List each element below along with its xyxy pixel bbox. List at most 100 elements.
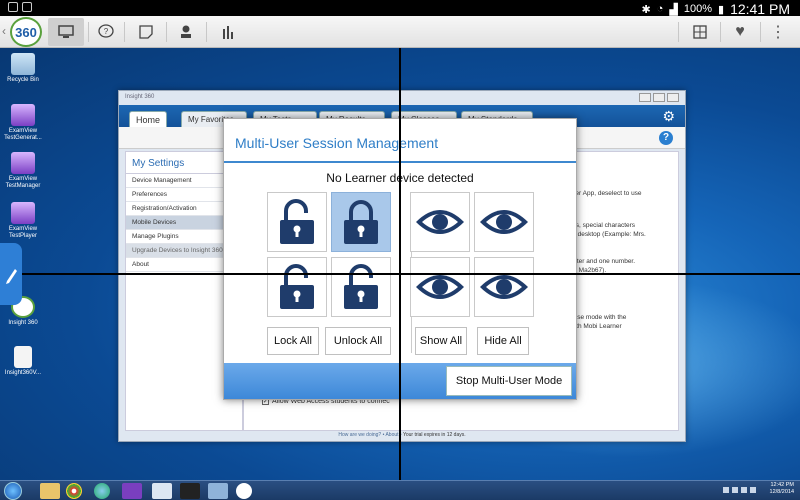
signal-icon: ▟ <box>669 3 678 16</box>
status-time: 12:41 PM <box>730 1 790 17</box>
bluetooth-icon: ✱ <box>641 3 651 16</box>
desktop-icon-label: Insight 360 <box>8 320 38 326</box>
window-footer: How are we doing? • About • Your trial e… <box>338 432 466 438</box>
crosshair-horizontal-line <box>0 273 800 275</box>
examview-icon <box>11 152 35 174</box>
desktop-icon-insight360-file[interactable]: Insight360V... <box>3 346 43 377</box>
eye-icon <box>480 210 528 234</box>
tray-icon[interactable] <box>732 487 738 493</box>
visual-studio-icon[interactable] <box>122 483 142 499</box>
taskbar-clock[interactable]: 12:42 PM 12/8/2014 <box>770 482 794 496</box>
unlock-device-tile[interactable] <box>331 257 391 317</box>
screen-tool-icon[interactable] <box>208 483 228 499</box>
window-icon[interactable] <box>132 18 160 46</box>
hide-all-button[interactable]: Hide All <box>477 327 529 355</box>
unlock-all-button[interactable]: Unlock All <box>325 327 391 355</box>
content-text: ers, special characters <box>570 222 636 229</box>
gear-icon[interactable]: ⚙ <box>662 108 675 125</box>
window-controls <box>639 93 679 102</box>
start-button[interactable] <box>4 482 22 500</box>
desktop-icon-recycle-bin[interactable]: Recycle Bin <box>3 53 43 84</box>
desktop-icon-examview-player[interactable]: ExamView TestPlayer <box>3 202 43 240</box>
battery-icon: ▮ <box>718 3 725 16</box>
desktop-icon-label: ExamView TestPlayer <box>8 226 38 239</box>
show-device-tile[interactable] <box>474 257 534 317</box>
desktop-icon-label: ExamView TestGenerat... <box>4 128 42 141</box>
content-text: onse mode with the <box>570 314 627 321</box>
pen-tool-tab[interactable] <box>0 243 22 305</box>
desktop-icon-examview-manager[interactable]: ExamView TestManager <box>3 152 43 190</box>
tray-icon[interactable] <box>723 487 729 493</box>
bar-chart-icon[interactable] <box>214 18 242 46</box>
heart-icon[interactable]: ♥ <box>726 18 754 46</box>
unlocked-padlock-icon <box>344 264 378 309</box>
unlock-device-tile[interactable] <box>267 192 327 252</box>
svg-text:?: ? <box>104 27 109 36</box>
maximize-button[interactable] <box>653 93 665 102</box>
examview-icon <box>11 202 35 224</box>
notification-icon <box>8 2 18 12</box>
toolbar-separator <box>124 22 125 42</box>
notification-icons <box>8 2 32 12</box>
user-icon[interactable] <box>172 18 200 46</box>
stop-multi-user-mode-button[interactable]: Stop Multi-User Mode <box>446 366 572 396</box>
toolbar-separator <box>206 22 207 42</box>
grid-icon[interactable] <box>686 18 714 46</box>
wifi-icon: ◔ <box>656 3 664 15</box>
toolbar-separator <box>760 22 761 42</box>
minimize-button[interactable] <box>639 93 651 102</box>
insight-360-logo[interactable]: 360 <box>10 17 42 47</box>
desktop-icon-label: Recycle Bin <box>7 77 39 83</box>
unlocked-padlock-icon <box>280 199 314 244</box>
file-explorer-icon[interactable] <box>40 483 60 499</box>
show-device-tile[interactable] <box>474 192 534 252</box>
show-all-button[interactable]: Show All <box>415 327 467 355</box>
question-bubble-icon[interactable]: ? <box>92 18 120 46</box>
app-toolbar: ‹ 360 ? ♥ ⋮ <box>0 16 800 48</box>
window-title: Insight 360 <box>125 94 155 100</box>
unlocked-padlock-icon <box>280 264 314 309</box>
toolbar-separator <box>88 22 89 42</box>
back-chevron-icon[interactable]: ‹ <box>2 24 6 38</box>
chrome-icon[interactable] <box>66 483 82 499</box>
eye-icon <box>416 210 464 234</box>
more-icon[interactable]: ⋮ <box>766 18 790 46</box>
battery-percent: 100% <box>683 3 712 15</box>
tab-home[interactable]: Home <box>129 111 168 127</box>
insight-360-app-icon[interactable] <box>236 483 252 499</box>
desktop-icon-examview-generator[interactable]: ExamView TestGenerat... <box>3 104 43 142</box>
monitor-icon[interactable] <box>50 18 82 46</box>
content-text: letter and one number. <box>570 258 636 265</box>
insight-360-task-icon[interactable] <box>152 483 172 499</box>
document-icon <box>14 346 32 368</box>
desktop-icon-label: Insight360V... <box>4 370 42 376</box>
windows-taskbar: 12:42 PM 12/8/2014 <box>0 480 800 500</box>
content-text: ur desktop (Example: Mrs. <box>570 231 646 238</box>
desktop-icon-label: ExamView TestManager <box>5 176 41 189</box>
taskbar-date: 12/8/2014 <box>769 489 794 495</box>
show-device-tile[interactable] <box>410 192 470 252</box>
close-button[interactable] <box>667 93 679 102</box>
feedback-link[interactable]: How are we doing? <box>338 432 381 438</box>
tray-icon[interactable] <box>741 487 747 493</box>
show-device-tile[interactable] <box>410 257 470 317</box>
examview-icon <box>11 104 35 126</box>
terminal-icon[interactable] <box>180 483 200 499</box>
help-icon[interactable]: ? <box>659 131 673 145</box>
tray-icon[interactable] <box>750 487 756 493</box>
lock-all-button[interactable]: Lock All <box>267 327 319 355</box>
notification-icon <box>22 2 32 12</box>
taskbar-time: 12:42 PM <box>770 482 794 488</box>
unlock-device-tile[interactable] <box>267 257 327 317</box>
android-status-bar: ✱ ◔ ▟ 100% ▮ 12:41 PM <box>0 0 800 17</box>
about-link[interactable]: About <box>385 432 398 438</box>
content-text: ther App, deselect to use <box>570 190 642 197</box>
globe-icon[interactable] <box>94 483 110 499</box>
toolbar-separator <box>166 22 167 42</box>
locked-padlock-icon <box>344 200 378 244</box>
toolbar-separator <box>720 22 721 42</box>
trial-notice: Your trial expires in 12 days. <box>402 432 466 438</box>
toolbar-separator <box>678 22 679 42</box>
lock-device-tile-selected[interactable] <box>331 192 391 252</box>
content-text: with Mobi Learner <box>570 323 622 330</box>
